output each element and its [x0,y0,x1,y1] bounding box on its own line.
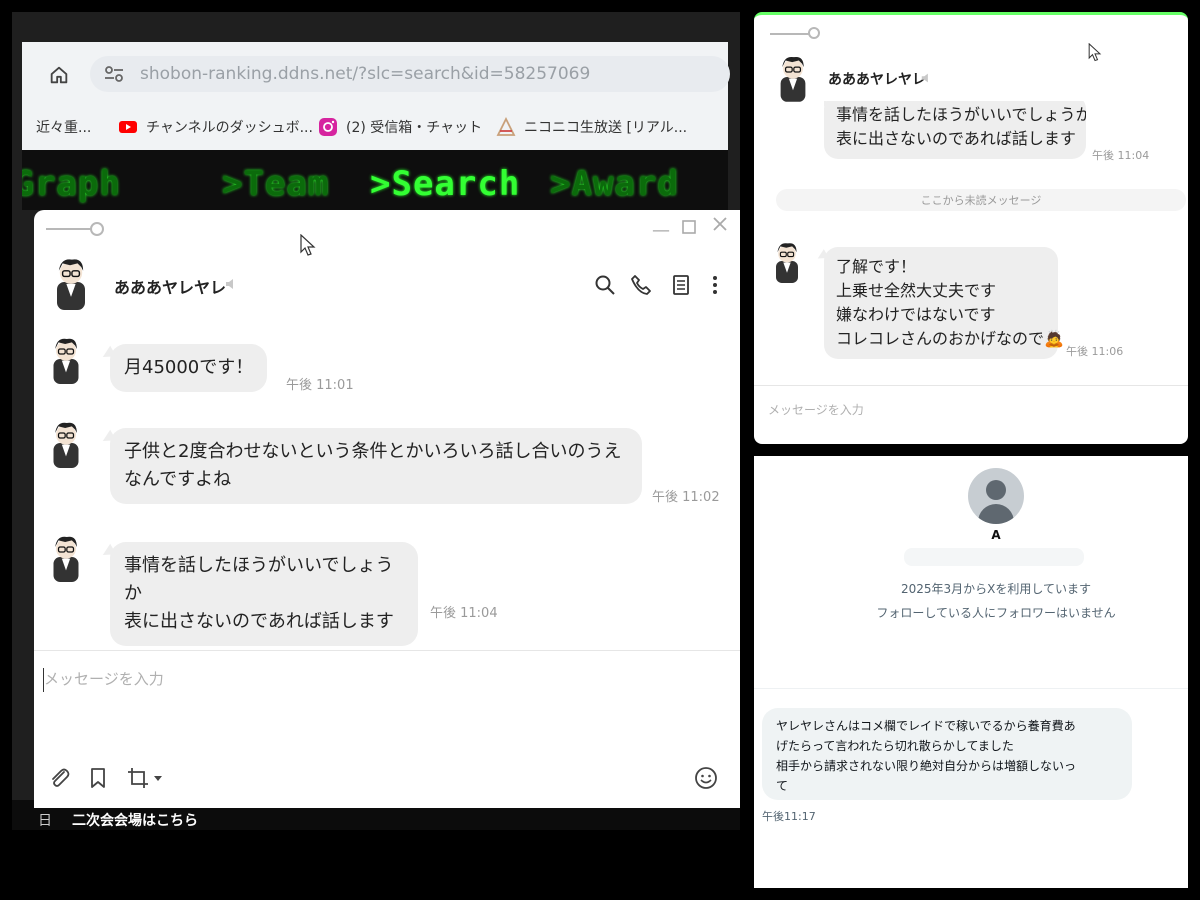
contact-avatar[interactable] [774,49,812,105]
message-bubble[interactable]: 月45000です！ [110,344,268,392]
chevron-down-icon[interactable] [154,776,162,782]
niconico-icon [496,116,516,137]
message-input[interactable]: メッセージを入力 [768,401,864,418]
message-bubble-previous[interactable]: 事情を話したほうがいいでしょうか 表に出さないのであれば話します [824,101,1086,159]
mouse-cursor-icon [300,234,316,256]
mouse-cursor-icon [1088,43,1102,62]
message-line: 上乗せ全然大丈夫です [836,281,997,300]
nav-award[interactable]: >Award [550,164,679,204]
x-message-time: 午後11:17 [762,810,816,823]
search-icon[interactable] [594,274,616,296]
bookmark-item-instagram[interactable]: (2) 受信箱・チャット [318,116,482,138]
url-field[interactable]: shobon-ranking.ddns.net/?slc=search&id=5… [90,56,730,92]
message-avatar[interactable] [46,532,86,582]
input-divider [754,385,1188,386]
message-line: 相手から請求されない限り絶対自分からは増額しないっ [776,759,1077,773]
message-avatar[interactable] [770,239,804,283]
unread-divider-label: ここから未読メッセージ [920,194,1042,207]
message-time: 午後 11:04 [430,606,498,621]
site-settings-icon[interactable] [104,65,124,83]
blurred-handle [904,548,1084,566]
message-avatar[interactable] [46,334,86,384]
message-time: 午後 11:01 [286,378,354,393]
bookmark-label: チャンネルのダッシュボ... [146,120,313,136]
nav-team[interactable]: >Team [222,164,329,204]
message-input[interactable]: メッセージを入力 [44,668,164,689]
line-chat-window-secondary: あああヤレヤレ 事情を話したほうがいいでしょうか 表に出さないのであれば話します… [754,12,1188,444]
home-icon[interactable] [48,64,70,86]
mute-icon [226,279,233,289]
input-divider [34,650,740,651]
message-line: 了解です！ [836,257,917,276]
opacity-slider[interactable] [46,222,106,236]
unread-divider: ここから未読メッセージ [776,189,1186,211]
bookmark-label: 近々重... [36,120,92,136]
bookmark-item-niconico[interactable]: ニコニコ生放送 [リアル... [496,116,687,138]
more-icon[interactable] [704,274,726,296]
bookmark-item-youtube[interactable]: チャンネルのダッシュボ... [118,116,313,138]
message-line: て [776,779,789,793]
phone-icon[interactable] [630,274,652,296]
instagram-icon [318,117,338,137]
footer-date: 日 [38,813,52,829]
nav-search[interactable]: >Search [370,164,520,204]
bookmark-label: (2) 受信箱・チャット [346,120,483,136]
maximize-icon[interactable] [682,218,696,239]
close-icon[interactable] [712,216,728,237]
message-bubble[interactable]: 了解です！ 上乗せ全然大丈夫です 嫌なわけではないです コレコレさんのおかげなの… [824,247,1064,359]
x-joined-date: 2025年3月からXを利用しています [900,582,1092,596]
message-time: 午後 11:06 [1066,345,1124,358]
address-bar-row: shobon-ranking.ddns.net/?slc=search&id=5… [22,42,730,104]
bookmark-item[interactable]: 近々重... [36,116,91,138]
contact-name: あああヤレヤレ [828,72,926,88]
contact-name: あああヤレヤレ [114,278,227,297]
message-line: げたらって言われたら切れ散らかしてました [776,739,1014,753]
x-divider [754,688,1188,689]
message-line-partial: 事情を話したほうがいいでしょうか [836,105,1086,124]
message-line: ヤレヤレさんはコメ欄でレイドで稼いでるから養育費あ [776,719,1076,733]
nav-graph[interactable]: >Graph [22,164,121,204]
bow-emoji-icon: 🙇 [1044,329,1064,348]
message-line: コレコレさんのおかげなので [836,329,1045,348]
afterparty-link[interactable]: 二次会会場はこちら [72,810,198,830]
x-dm-window: A 2025年3月からXを利用しています フォローしている人にフォロワーはいませ… [754,456,1188,888]
youtube-icon [118,117,138,137]
bookmark-label: ニコニコ生放送 [リアル... [524,120,688,136]
note-icon[interactable] [670,274,692,296]
attach-icon[interactable] [48,766,72,790]
site-nav-banner: >Graph >Team >Search >Award [22,150,728,210]
message-bubble[interactable]: 子供と2度合わせないという条件とかいろいろ話し合いのうえなんですよね [110,428,642,504]
mute-icon [921,73,928,83]
message-line: 表に出さないのであれば話します [836,129,1076,148]
bookmark-icon[interactable] [86,766,110,790]
emoji-icon[interactable] [694,766,718,790]
message-avatar[interactable] [46,418,86,468]
message-time: 午後 11:02 [652,490,720,505]
contact-avatar[interactable] [48,254,94,310]
bookmarks-bar: 近々重... チャンネルのダッシュボ... (2) 受信箱・チャット ニコニコ生… [22,104,728,150]
default-avatar-icon[interactable] [968,468,1024,524]
opacity-slider[interactable] [770,27,830,41]
minimize-icon[interactable]: — [652,220,670,241]
x-message-bubble[interactable]: ヤレヤレさんはコメ欄でレイドで稼いでるから養育費あ げたらって言われたら切れ散ら… [762,708,1132,800]
message-bubble[interactable]: 事情を話したほうがいいでしょうか 表に出さないのであれば話します [110,542,418,646]
url-text: shobon-ranking.ddns.net/?slc=search&id=5… [140,64,591,84]
x-user-name[interactable]: A [754,528,1188,542]
message-time: 午後 11:04 [1092,149,1150,162]
crop-icon[interactable] [126,766,150,790]
line-chat-window: — あああヤレヤレ 月45000です！ 午後 11:01 子供と2度合わせないと… [34,210,740,808]
x-followers-note: フォローしている人にフォロワーはいません [876,606,1116,620]
message-line: 嫌なわけではないです [836,305,996,324]
